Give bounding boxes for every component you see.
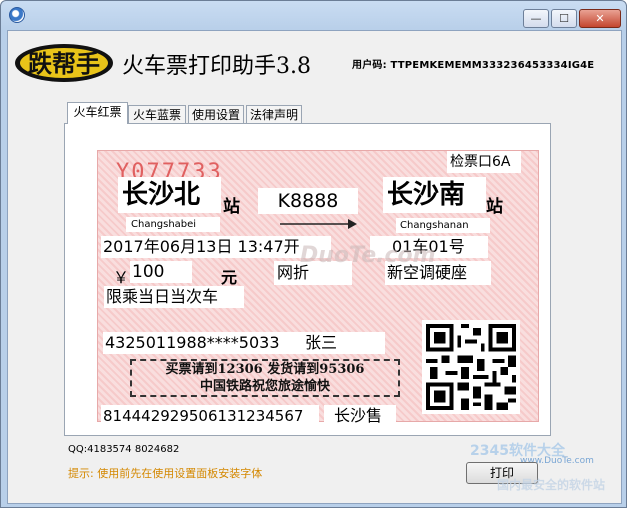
ticket-code-tail: 7 <box>293 407 304 425</box>
notice-line-2: 中国铁路祝您旅途愉快 <box>199 379 330 394</box>
ticket-notice: 买票请到12306 发货请到95306 中国铁路祝您旅途愉快 <box>130 359 400 397</box>
to-station-field[interactable]: 长沙南 <box>383 177 486 213</box>
app-icon <box>9 7 25 23</box>
to-pinyin-field[interactable]: Changshanan <box>396 218 490 233</box>
price-unit: 元 <box>221 268 238 287</box>
user-code: 用户码: TTPEMKEMEMM333236453334IG4E <box>352 60 595 71</box>
ticket-code-text: 81444292950613123456 <box>103 407 294 425</box>
usage-hint: 提示: 使用前先在使用设置面板安装字体 <box>68 467 263 480</box>
maximize-button[interactable]: ☐ <box>551 9 577 28</box>
train-number-field[interactable]: K8888 <box>258 188 358 214</box>
gate-field[interactable]: 检票口6A <box>447 151 521 173</box>
station-suffix-from: 站 <box>223 197 240 217</box>
close-icon: ✕ <box>595 12 605 25</box>
logo: 跌帮手 <box>15 44 113 82</box>
tab-settings[interactable]: 使用设置 <box>188 105 244 123</box>
qq-contact: QQ:4183574 8024682 <box>68 444 180 455</box>
close-button[interactable]: ✕ <box>579 9 621 28</box>
price-field[interactable]: 100 <box>130 261 192 283</box>
minimize-icon: — <box>530 12 542 25</box>
arrow-right-icon <box>280 219 357 229</box>
from-pinyin-field[interactable]: Changshabei <box>126 217 220 232</box>
validity-field[interactable]: 限乘当日当次车 <box>104 286 244 308</box>
tab-legal[interactable]: 法律声明 <box>246 105 302 123</box>
ticket-code-field[interactable]: 814442929506131234567 <box>101 405 319 427</box>
minimize-button[interactable]: — <box>523 9 549 28</box>
sale-station-field[interactable]: 长沙售 <box>324 405 396 427</box>
tab-red-ticket[interactable]: 火车红票 <box>67 102 128 124</box>
notice-line-1: 买票请到12306 发货请到95306 <box>165 362 365 377</box>
watermark-text: DuoTe.com <box>300 243 436 268</box>
qr-code <box>422 320 520 414</box>
from-station-field[interactable]: 长沙北 <box>118 177 221 213</box>
maximize-icon: ☐ <box>559 12 569 25</box>
station-suffix-to: 站 <box>486 197 503 217</box>
datetime-field[interactable]: 2017年06月13日 13:47开 <box>101 236 331 258</box>
passenger-id-field[interactable]: 4325011988****5033 <box>103 332 303 354</box>
watermark-tagline: 国内最安全的软件站 <box>497 478 606 492</box>
app-title: 火车票打印助手3.8 <box>122 54 311 79</box>
passenger-name-field[interactable]: 张三 <box>303 332 385 354</box>
tab-blue-ticket[interactable]: 火车蓝票 <box>128 105 186 123</box>
price-symbol: ￥ <box>113 268 130 287</box>
logo-text: 跌帮手 <box>28 49 100 78</box>
